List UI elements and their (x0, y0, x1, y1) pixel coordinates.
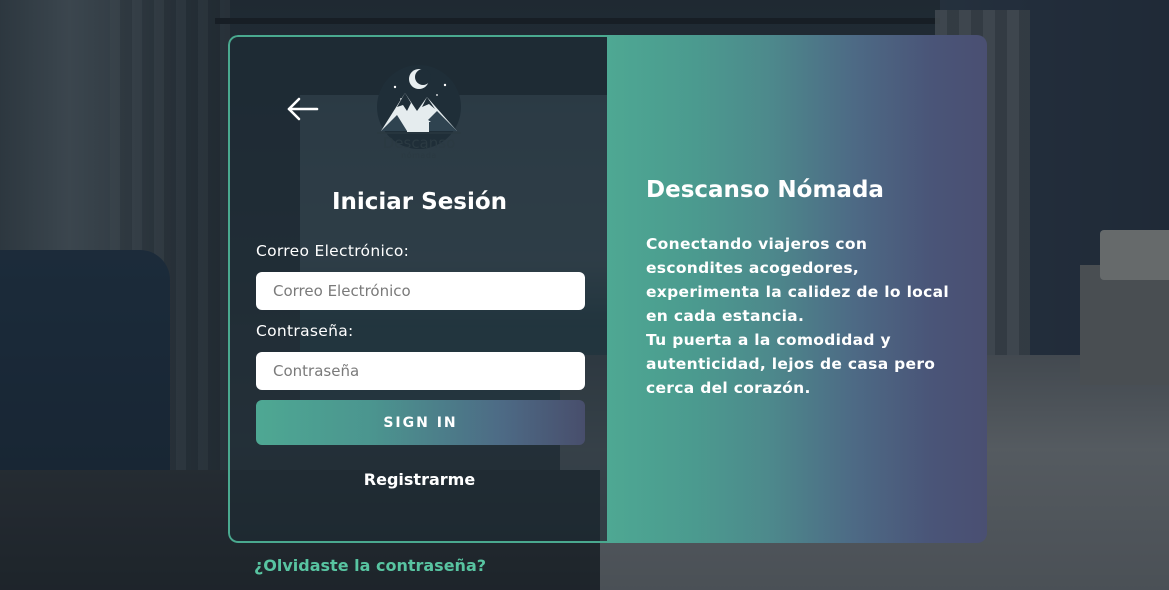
logo-subtitle: nómada (401, 151, 437, 160)
email-field[interactable] (256, 272, 585, 310)
sign-in-button[interactable]: SIGN IN (256, 400, 585, 445)
back-arrow-icon[interactable] (286, 95, 320, 123)
brand-panel: Descanso Nómada Conectando viajeros con … (607, 35, 987, 543)
login-card: Descanso nómada Iniciar Sesión Correo El… (228, 35, 987, 543)
password-field[interactable] (256, 352, 585, 390)
brand-description: Conectando viajeros con escondites acoge… (646, 232, 966, 400)
page-title: Iniciar Sesión (331, 189, 508, 215)
login-panel: Descanso nómada Iniciar Sesión Correo El… (228, 35, 607, 543)
brand-title: Descanso Nómada (646, 177, 884, 203)
logo-name: Descanso (382, 134, 456, 152)
logo: Descanso nómada (367, 65, 471, 163)
email-label: Correo Electrónico: (256, 242, 410, 260)
brand-description-line-1: Conectando viajeros con escondites acoge… (646, 235, 949, 325)
brand-description-line-2: Tu puerta a la comodidad y autenticidad,… (646, 331, 936, 397)
forgot-password-link[interactable]: ¿Olvidaste la contraseña? (254, 556, 486, 575)
register-link[interactable]: Registrarme (230, 470, 609, 489)
password-label: Contraseña: (256, 322, 354, 340)
